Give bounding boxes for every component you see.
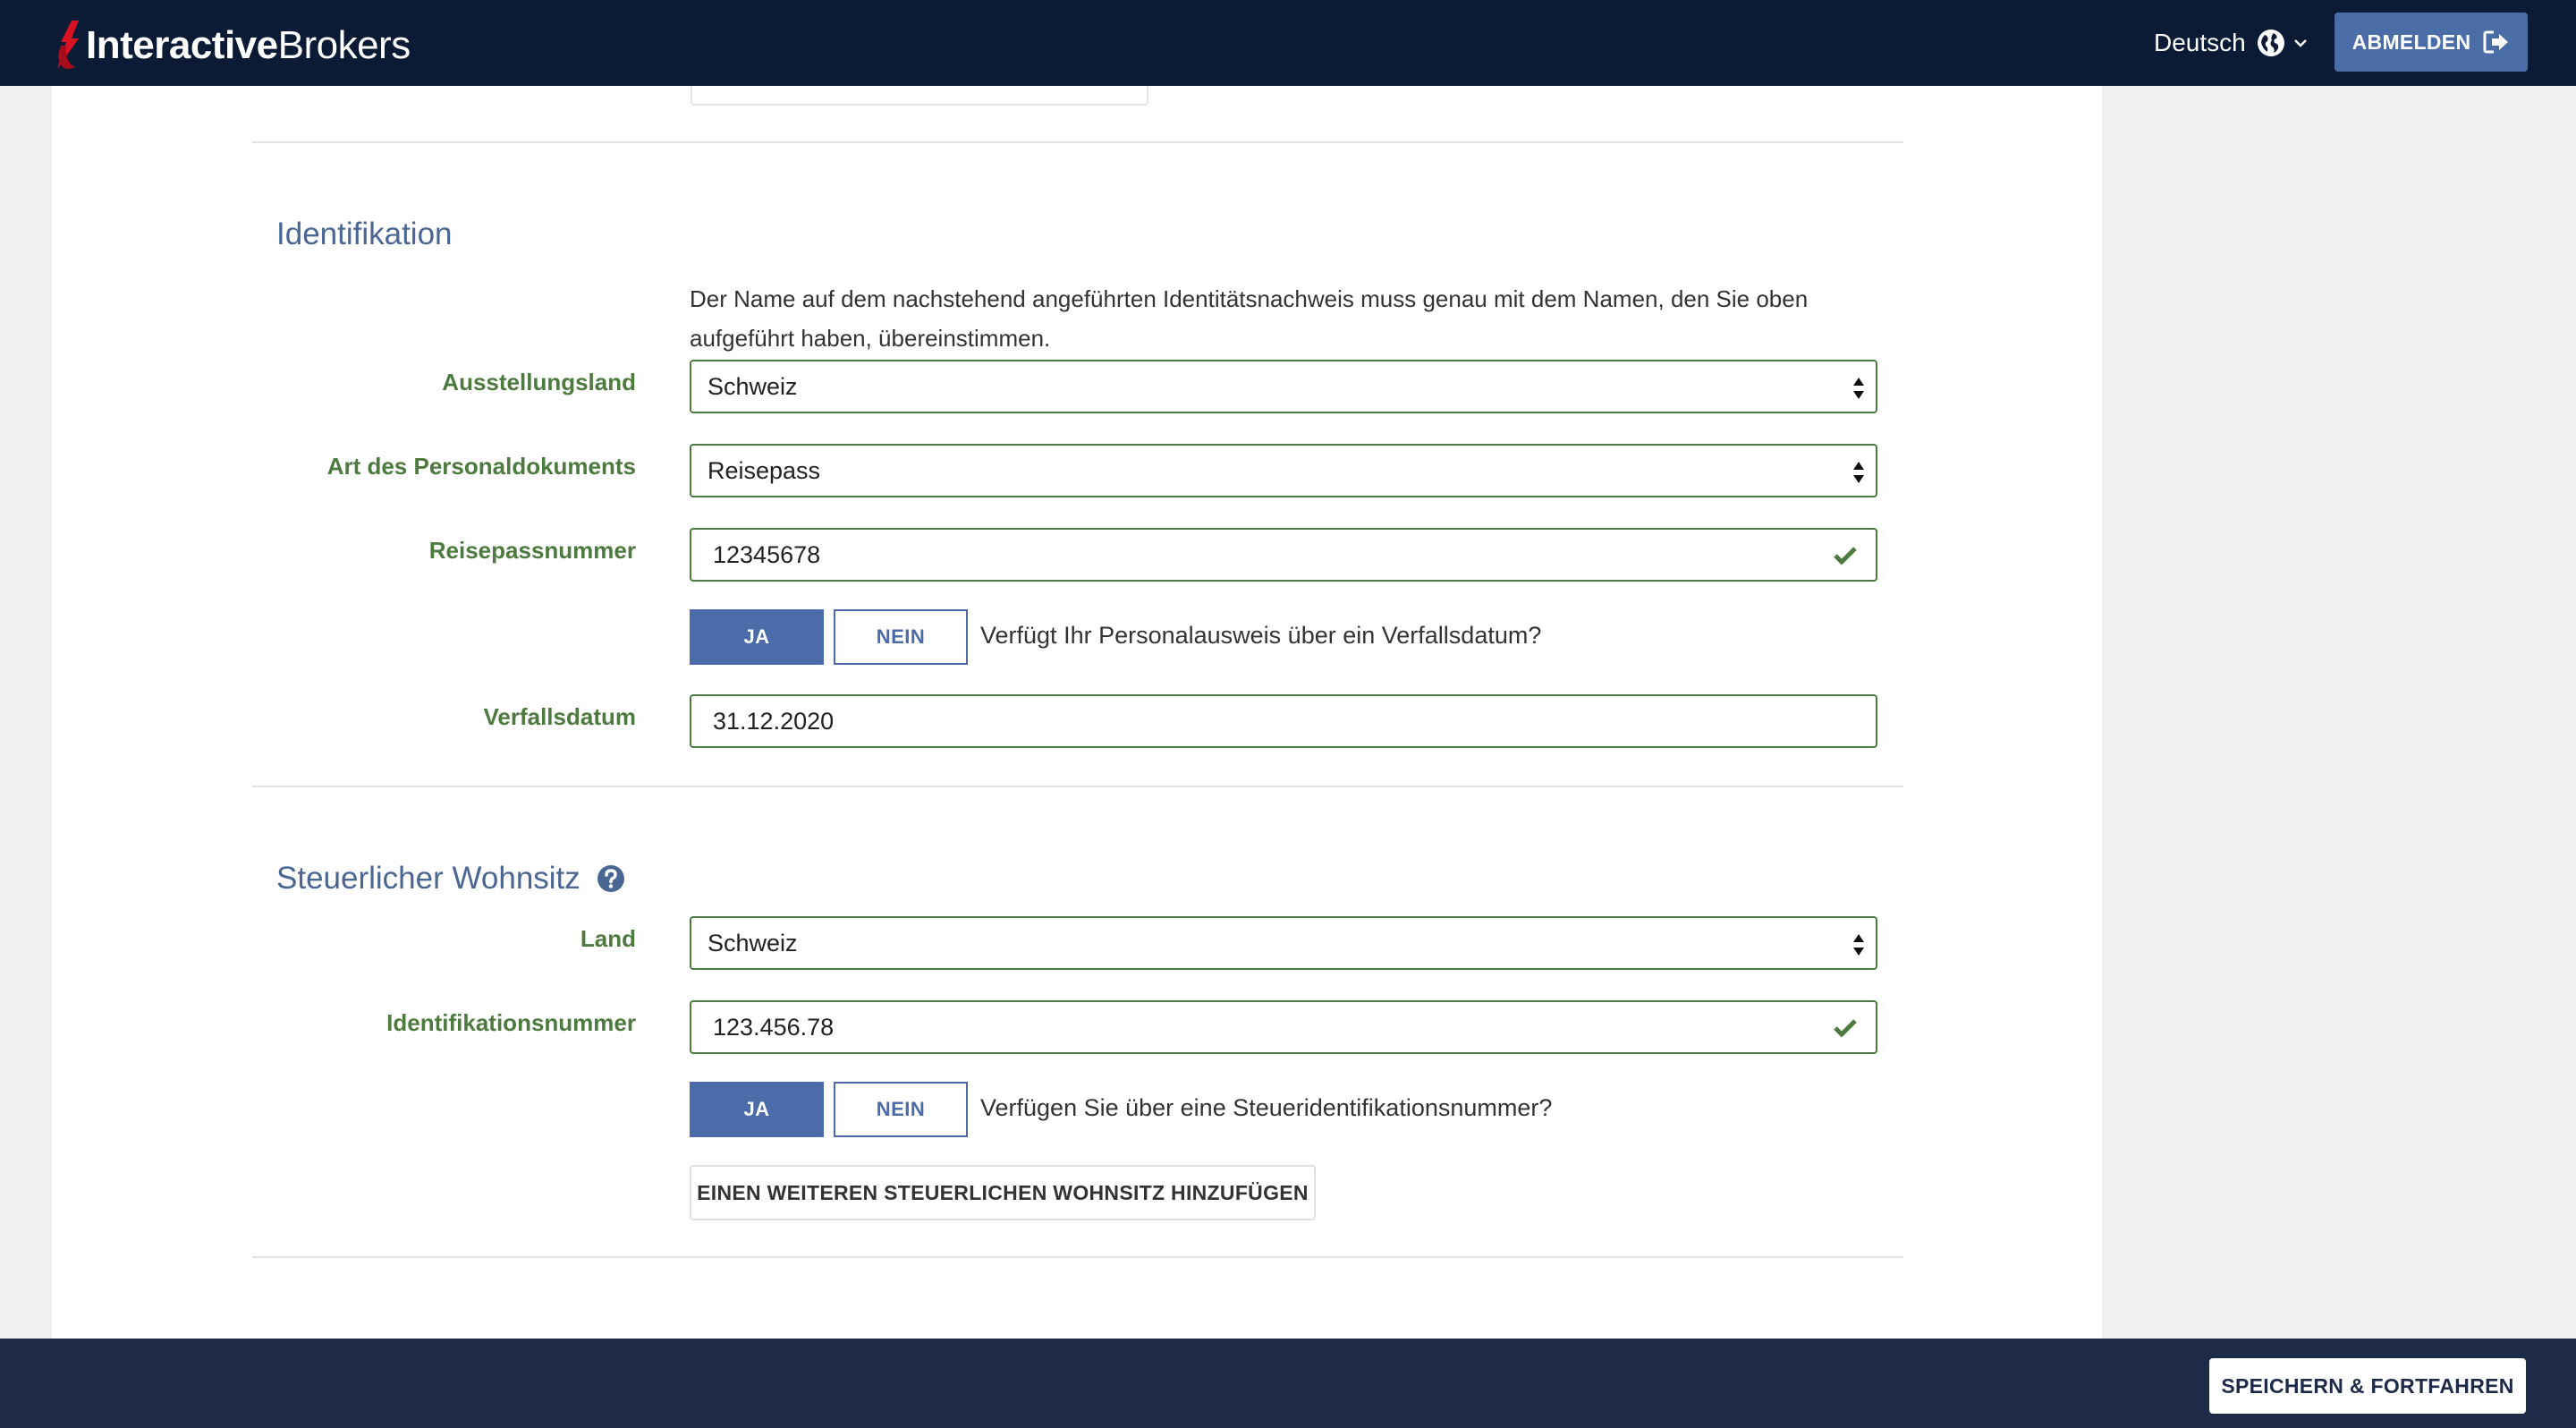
expiry-no-button[interactable]: NEIN — [834, 609, 968, 665]
help-icon[interactable] — [597, 864, 625, 893]
issuing-country-select[interactable]: Schweiz — [690, 360, 1877, 413]
tin-no-button[interactable]: NEIN — [834, 1082, 968, 1137]
identification-intro-text: Der Name auf dem nachstehend angeführten… — [690, 285, 1809, 352]
expiry-yes-button[interactable]: JA — [690, 609, 824, 665]
tax-country-select[interactable]: Schweiz — [690, 916, 1877, 970]
tin-value: 123.456.78 — [713, 1013, 835, 1041]
add-tax-residency-button[interactable]: EINEN WEITEREN STEUERLICHEN WOHNSITZ HIN… — [690, 1165, 1316, 1220]
logout-button[interactable]: ABMELDEN — [2334, 13, 2528, 72]
tax-country-value: Schweiz — [708, 929, 798, 956]
document-type-label: Art des Personaldokuments — [326, 453, 636, 480]
language-label: Deutsch — [2154, 29, 2246, 56]
logout-label: ABMELDEN — [2351, 30, 2471, 54]
logout-icon — [2483, 30, 2509, 54]
tax-residency-title-text: Steuerlicher Wohnsitz — [276, 861, 580, 896]
checkmark-icon — [1834, 547, 1857, 565]
identification-section-title: Identifikation — [276, 217, 453, 251]
previous-field-bottom-edge — [691, 86, 1148, 106]
checkmark-icon — [1834, 1019, 1857, 1038]
tin-input[interactable]: 123.456.78 — [690, 1000, 1877, 1054]
language-selector[interactable]: Deutsch — [2154, 23, 2309, 63]
tax-residency-section-title: Steuerlicher Wohnsitz — [276, 861, 625, 897]
expiry-question: Verfügt Ihr Personalausweis über ein Ver… — [980, 622, 1542, 649]
ib-logo-icon — [57, 21, 79, 69]
passport-number-label: Reisepassnummer — [428, 537, 636, 564]
interactive-brokers-logo[interactable]: InteractiveBrokers — [52, 18, 411, 73]
passport-number-input[interactable]: 12345678 — [690, 528, 1877, 582]
logo-text: InteractiveBrokers — [86, 23, 411, 67]
section-divider — [252, 786, 1903, 787]
section-divider — [252, 1256, 1903, 1258]
passport-number-value: 12345678 — [713, 540, 821, 568]
select-arrows-icon — [1853, 462, 1864, 483]
section-divider — [252, 141, 1903, 143]
issuing-country-label: Ausstellungsland — [442, 369, 636, 395]
tin-label: Identifikationsnummer — [386, 1009, 636, 1036]
expiry-date-label: Verfallsdatum — [483, 703, 636, 730]
issuing-country-value: Schweiz — [708, 372, 798, 400]
expiry-date-value: 31.12.2020 — [713, 707, 835, 735]
document-type-value: Reisepass — [708, 456, 821, 484]
tin-yes-button[interactable]: JA — [690, 1082, 824, 1137]
tax-country-label: Land — [580, 925, 636, 952]
expiry-date-input[interactable]: 31.12.2020 — [690, 694, 1877, 748]
top-navigation-bar: InteractiveBrokers Deutsch ABMELDEN — [0, 0, 2576, 86]
globe-icon — [2257, 30, 2284, 56]
select-arrows-icon — [1853, 934, 1864, 956]
document-type-select[interactable]: Reisepass — [690, 444, 1877, 497]
bottom-action-bar: SPEICHERN & FORTFAHREN — [0, 1339, 2576, 1428]
save-and-continue-button[interactable]: SPEICHERN & FORTFAHREN — [2209, 1358, 2526, 1414]
select-arrows-icon — [1853, 378, 1864, 399]
tin-question: Verfügen Sie über eine Steueridentifikat… — [980, 1094, 1553, 1121]
chevron-down-icon — [2293, 39, 2307, 47]
